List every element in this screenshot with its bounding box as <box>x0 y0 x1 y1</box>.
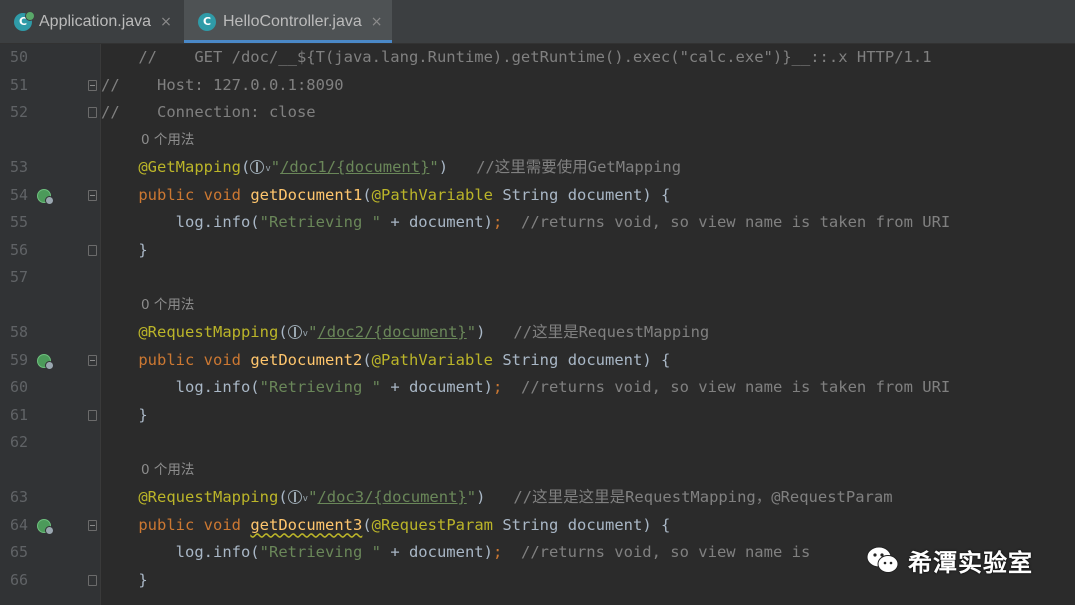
method-name: getDocument3 <box>250 515 363 534</box>
param-annotation: @PathVariable <box>371 350 493 369</box>
method-name: getDocument2 <box>250 350 363 369</box>
close-icon[interactable]: × <box>160 14 172 30</box>
fold-marker-icon[interactable] <box>88 244 97 256</box>
code-line: 51 // Host: 127.0.0.1:8090 <box>0 72 1075 100</box>
tab-hellocontroller-java[interactable]: C HelloController.java × <box>184 0 392 43</box>
fold-marker-icon[interactable] <box>88 574 97 586</box>
endpoint-gutter-icon[interactable] <box>37 518 54 535</box>
fold-marker-icon[interactable] <box>88 354 97 366</box>
wechat-icon <box>866 546 899 573</box>
code-line: 60 log.info("Retrieving " + document); /… <box>0 374 1075 402</box>
line-number: 63 <box>9 488 28 506</box>
line-number: 50 <box>9 48 28 66</box>
line-number: 66 <box>9 570 28 589</box>
code-line: 53 @GetMapping(v"/doc1/{document}") //这里… <box>0 154 1075 182</box>
code-line: 64 public void getDocument3(@RequestPara… <box>0 512 1075 540</box>
editor-tab-bar: C Application.java × C HelloController.j… <box>0 0 1075 44</box>
code-line: 63 @RequestMapping(v"/doc3/{document}") … <box>0 484 1075 512</box>
line-number: 61 <box>9 405 28 424</box>
comment-text: //returns void, so view name is <box>520 543 811 561</box>
param-annotation: @RequestParam <box>371 515 493 534</box>
comment-text: //这里是RequestMapping <box>513 323 710 341</box>
comment-text: //这里是这里是RequestMapping，@RequestParam <box>513 488 893 506</box>
close-icon[interactable]: × <box>371 14 383 30</box>
code-line: 56 } <box>0 237 1075 265</box>
usage-hint-row: 0 个用法 <box>0 457 1075 485</box>
code-line: 52 // Connection: close <box>0 99 1075 127</box>
code-line: 61 } <box>0 402 1075 430</box>
comment-text: //returns void, so view name is taken fr… <box>520 378 951 396</box>
line-number: 57 <box>9 268 28 286</box>
fold-marker-icon[interactable] <box>88 107 97 118</box>
code-line: 54 public void getDocument1(@PathVariabl… <box>0 182 1075 210</box>
annotation: @RequestMapping <box>138 488 279 506</box>
endpoint-gutter-icon[interactable] <box>37 188 54 205</box>
spring-app-icon: C <box>14 10 35 31</box>
tab-label: Application.java <box>39 12 152 30</box>
usage-hint-row: 0 个用法 <box>0 127 1075 155</box>
class-icon: C <box>198 12 216 31</box>
fold-marker-icon[interactable] <box>88 79 97 91</box>
annotation: @RequestMapping <box>138 323 279 341</box>
fold-marker-icon[interactable] <box>88 189 97 201</box>
endpoint-gutter-icon[interactable] <box>37 353 54 370</box>
method-name: getDocument1 <box>250 185 363 204</box>
comment-text: // GET /doc/__${T(java.lang.Runtime).get… <box>101 48 932 66</box>
line-number: 54 <box>9 185 28 204</box>
code-line: 62 <box>0 429 1075 457</box>
web-endpoint-icon[interactable] <box>287 490 302 504</box>
usage-hint-row: 0 个用法 <box>0 292 1075 320</box>
ide-window: C Application.java × C HelloController.j… <box>0 0 1075 605</box>
line-number: 58 <box>9 323 28 341</box>
line-number: 62 <box>9 433 28 451</box>
mapping-path[interactable]: /doc3/{document} <box>317 488 466 506</box>
tab-label: HelloController.java <box>223 12 362 30</box>
line-number: 60 <box>9 378 28 396</box>
line-number: 59 <box>9 350 28 369</box>
watermark-text: 希潭实验室 <box>908 548 1033 577</box>
class-letter: C <box>202 15 212 28</box>
fold-marker-icon[interactable] <box>88 409 97 421</box>
tab-application-java[interactable]: C Application.java × <box>0 0 182 43</box>
line-number: 65 <box>9 543 28 561</box>
usage-hint[interactable]: 0 个用法 <box>141 457 194 485</box>
line-number: 53 <box>9 158 28 176</box>
usage-hint[interactable]: 0 个用法 <box>141 127 194 155</box>
web-endpoint-icon[interactable] <box>287 325 302 339</box>
code-line: 57 <box>0 264 1075 292</box>
line-number: 55 <box>9 213 28 231</box>
code-line: 58 @RequestMapping(v"/doc2/{document}") … <box>0 319 1075 347</box>
code-editor[interactable]: 50 // GET /doc/__${T(java.lang.Runtime).… <box>0 44 1075 605</box>
code-lines: 50 // GET /doc/__${T(java.lang.Runtime).… <box>0 44 1075 594</box>
code-line: 50 // GET /doc/__${T(java.lang.Runtime).… <box>0 44 1075 72</box>
mapping-path[interactable]: /doc1/{document} <box>280 158 429 176</box>
line-number: 51 <box>9 75 28 94</box>
param-annotation: @PathVariable <box>371 185 493 204</box>
web-endpoint-icon[interactable] <box>250 160 265 174</box>
line-number: 52 <box>9 103 28 121</box>
annotation: @GetMapping <box>138 158 241 176</box>
comment-text: //这里需要使用GetMapping <box>476 158 682 176</box>
comment-text: // Host: 127.0.0.1:8090 <box>101 75 344 94</box>
line-number: 56 <box>9 240 28 259</box>
code-line: 59 public void getDocument2(@PathVariabl… <box>0 347 1075 375</box>
mapping-path[interactable]: /doc2/{document} <box>317 323 466 341</box>
comment-text: // Connection: close <box>101 103 316 121</box>
fold-marker-icon[interactable] <box>88 519 97 531</box>
watermark: 希潭实验室 <box>866 540 1033 580</box>
code-line: 55 log.info("Retrieving " + document); /… <box>0 209 1075 237</box>
usage-hint[interactable]: 0 个用法 <box>141 292 194 320</box>
comment-text: //returns void, so view name is taken fr… <box>520 213 951 231</box>
line-number: 64 <box>9 515 28 534</box>
